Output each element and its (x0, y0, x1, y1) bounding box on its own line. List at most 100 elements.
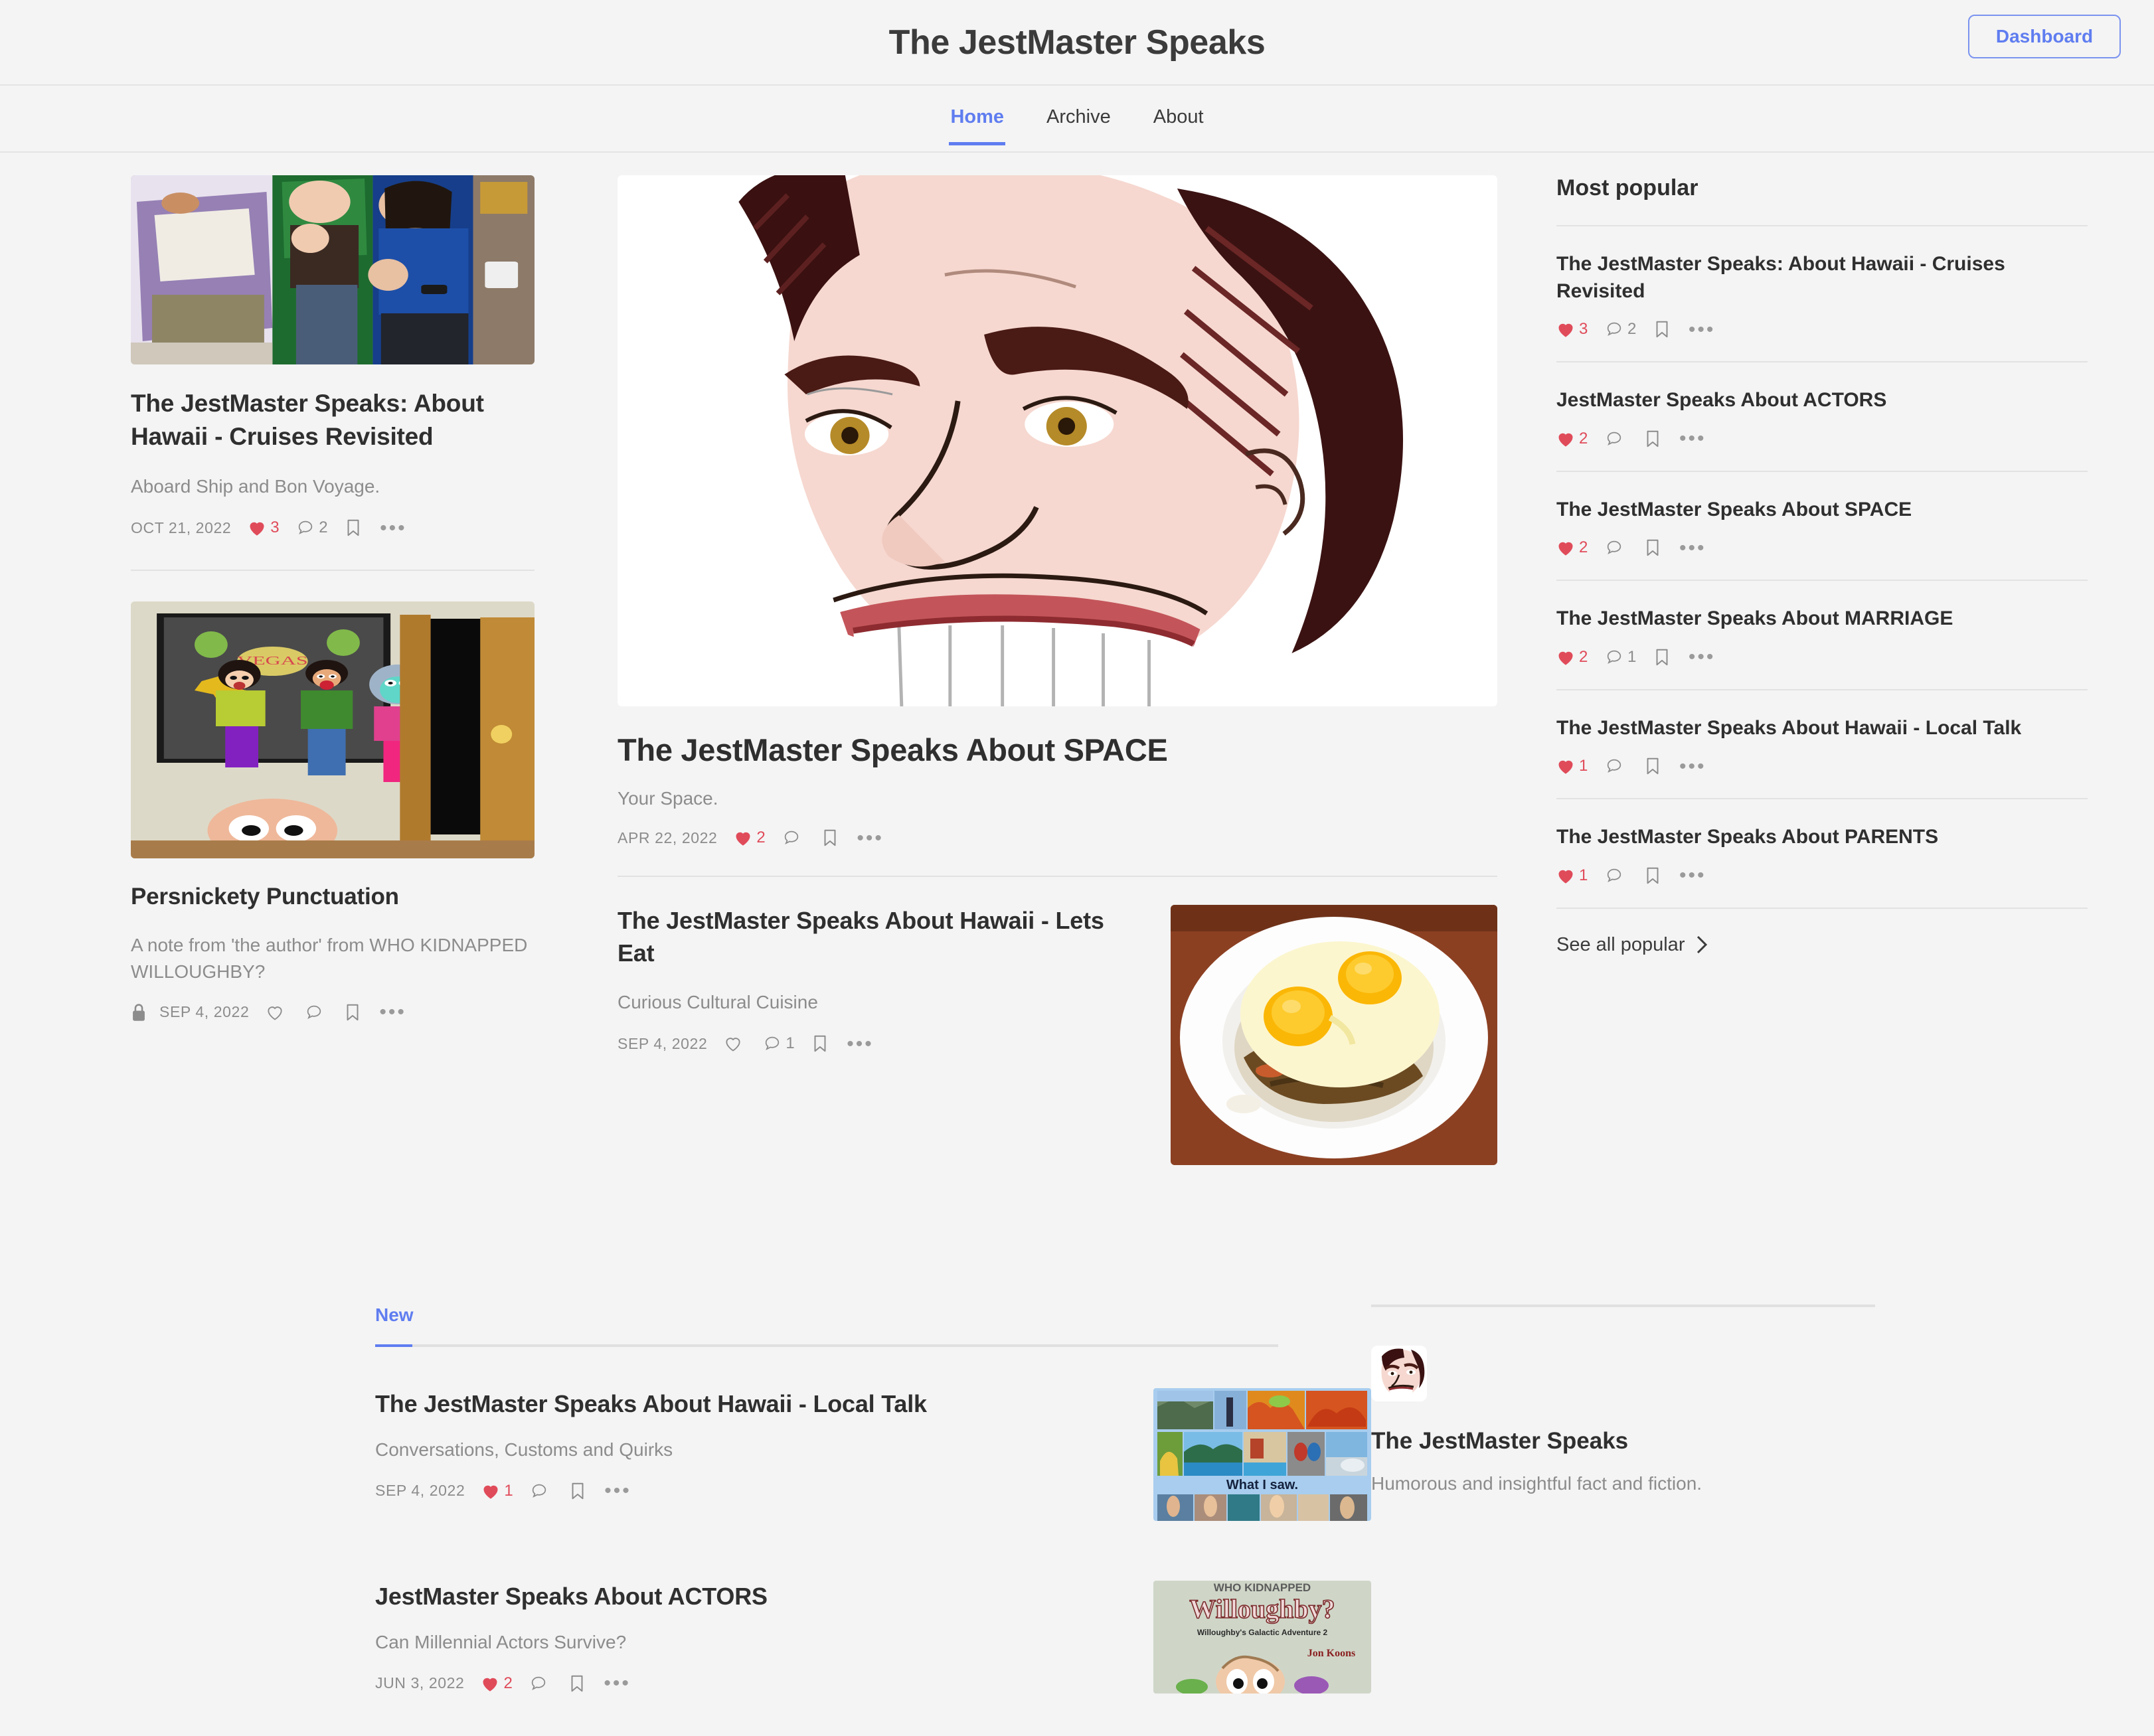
bookmark-button[interactable] (1644, 756, 1661, 776)
like-button[interactable]: 1 (1556, 757, 1588, 775)
like-button[interactable]: 2 (481, 1674, 513, 1693)
featured-thumbnail[interactable] (618, 175, 1497, 706)
featured-post-title[interactable]: The JestMaster Speaks About SPACE (618, 732, 1497, 768)
sidebar-item-meta: 2 ••• (1556, 429, 2088, 449)
comment-button[interactable] (1605, 757, 1627, 775)
comment-button[interactable]: 2 (296, 518, 328, 537)
avatar[interactable] (1371, 1346, 1427, 1401)
more-options-button[interactable]: ••• (379, 1002, 406, 1022)
sidebar-popular-item: The JestMaster Speaks About MARRIAGE 2 1… (1556, 581, 2088, 689)
author-column: The JestMaster Speaks Humorous and insig… (1371, 1304, 2154, 1694)
bookmark-button[interactable] (1653, 647, 1671, 667)
sidebar-item-title[interactable]: The JestMaster Speaks About SPACE (1556, 497, 2088, 524)
more-options-button[interactable]: ••• (1689, 319, 1716, 339)
post-thumbnail[interactable]: VEGAS (131, 601, 535, 859)
bookmark-button[interactable] (1644, 866, 1661, 886)
post-subtitle: Can Millennial Actors Survive? (375, 1631, 627, 1652)
more-options-button[interactable]: ••• (380, 518, 407, 538)
see-all-popular-link[interactable]: See all popular (1556, 909, 2088, 956)
bookmark-icon (1653, 319, 1671, 339)
more-options-button[interactable]: ••• (1679, 756, 1706, 776)
like-button[interactable]: 3 (1556, 320, 1588, 339)
post-date: APR 22, 2022 (618, 829, 718, 846)
post-date: OCT 21, 2022 (131, 518, 232, 536)
more-options-button[interactable]: ••• (1679, 538, 1706, 558)
caricature-avatar-image (1371, 1346, 1427, 1401)
post-title[interactable]: The JestMaster Speaks About Hawaii - Let… (618, 905, 1144, 969)
post-thumbnail[interactable]: WHO KIDNAPPED Willoughby? Willoughby's G… (1153, 1581, 1371, 1694)
sidebar-item-title[interactable]: The JestMaster Speaks About Hawaii - Loc… (1556, 715, 2088, 742)
page-title: The JestMaster Speaks (888, 23, 1266, 62)
comment-button[interactable] (530, 1482, 552, 1500)
bookmark-button[interactable] (811, 1034, 829, 1054)
svg-text:WHO KIDNAPPED: WHO KIDNAPPED (1214, 1581, 1311, 1594)
three-people-shaka-hands-photo-image (131, 175, 535, 364)
comment-button[interactable]: 2 (1605, 320, 1637, 339)
comment-icon (1605, 648, 1623, 667)
more-options-button[interactable]: ••• (1679, 429, 1706, 449)
like-button[interactable]: 2 (1556, 430, 1588, 448)
bookmark-button[interactable] (1644, 538, 1661, 558)
sidebar-item-title[interactable]: The JestMaster Speaks About MARRIAGE (1556, 605, 2088, 633)
heart-filled-icon (1556, 430, 1575, 447)
more-options-button[interactable]: ••• (604, 1481, 631, 1501)
more-options-button[interactable]: ••• (1689, 647, 1716, 667)
comment-button[interactable] (1605, 538, 1627, 557)
sidebar-item-title[interactable]: The JestMaster Speaks About PARENTS (1556, 824, 2088, 851)
bookmark-button[interactable] (345, 518, 362, 538)
more-options-button[interactable]: ••• (847, 1034, 874, 1054)
comment-button[interactable] (782, 829, 805, 847)
like-button[interactable] (266, 1004, 288, 1021)
post-subtitle: Curious Cultural Cuisine (618, 992, 818, 1013)
heart-filled-icon (481, 1675, 499, 1692)
bookmark-button[interactable] (569, 1481, 586, 1501)
like-button[interactable]: 1 (481, 1482, 513, 1500)
comment-button[interactable]: 1 (763, 1034, 795, 1053)
post-thumbnail[interactable] (1171, 905, 1497, 1165)
post-meta: OCT 21, 2022 3 2 ••• (131, 518, 535, 538)
more-options-button[interactable]: ••• (1679, 866, 1706, 886)
bookmark-button[interactable] (821, 828, 839, 848)
more-options-button[interactable]: ••• (604, 1674, 631, 1694)
like-count: 1 (1579, 757, 1588, 775)
post-title[interactable]: Persnickety Punctuation (131, 881, 535, 912)
bookmark-button[interactable] (344, 1002, 361, 1022)
nav-item-archive[interactable]: Archive (1045, 92, 1112, 145)
heart-filled-icon (248, 519, 266, 536)
more-options-button[interactable]: ••• (857, 828, 884, 848)
sidebar-item-title[interactable]: The JestMaster Speaks: About Hawaii - Cr… (1556, 251, 2088, 305)
tab-new[interactable]: New (375, 1304, 414, 1344)
like-button[interactable]: 2 (1556, 538, 1588, 557)
bookmark-button[interactable] (1653, 319, 1671, 339)
comment-button[interactable] (529, 1674, 552, 1693)
like-button[interactable]: 2 (734, 829, 766, 847)
like-button[interactable]: 3 (248, 518, 280, 537)
post-thumbnail[interactable] (131, 175, 535, 364)
post-title[interactable]: JestMaster Speaks About ACTORS (375, 1581, 1094, 1613)
comment-button[interactable]: 1 (1605, 648, 1637, 667)
like-button[interactable] (724, 1035, 746, 1052)
comment-button[interactable] (305, 1003, 327, 1022)
like-count: 1 (1579, 866, 1588, 884)
like-button[interactable]: 1 (1556, 866, 1588, 885)
post-thumbnail[interactable]: What I saw. (1153, 1388, 1371, 1521)
comment-icon (1605, 757, 1623, 775)
bookmark-button[interactable] (1644, 429, 1661, 449)
bottom-section: New The JestMaster Speaks About Hawaii -… (0, 1165, 2154, 1694)
tab-underline (375, 1344, 1278, 1347)
comment-button[interactable] (1605, 430, 1627, 448)
nav-item-home[interactable]: Home (949, 92, 1005, 145)
loco-moco-plate-two-fried-eggs-image (1171, 905, 1497, 1165)
post-title[interactable]: The JestMaster Speaks: About Hawaii - Cr… (131, 387, 535, 453)
nav-item-about[interactable]: About (1152, 92, 1205, 145)
like-button[interactable]: 2 (1556, 648, 1588, 667)
bookmark-button[interactable] (568, 1674, 586, 1694)
comment-icon (529, 1674, 548, 1693)
sidebar-item-title[interactable]: JestMaster Speaks About ACTORS (1556, 387, 2088, 414)
comment-icon (305, 1003, 323, 1022)
comment-button[interactable] (1605, 866, 1627, 885)
post-title[interactable]: The JestMaster Speaks About Hawaii - Loc… (375, 1388, 1094, 1421)
main-nav: Home Archive About (0, 86, 2154, 153)
post-date: SEP 4, 2022 (618, 1034, 708, 1052)
dashboard-button[interactable]: Dashboard (1968, 15, 2121, 58)
